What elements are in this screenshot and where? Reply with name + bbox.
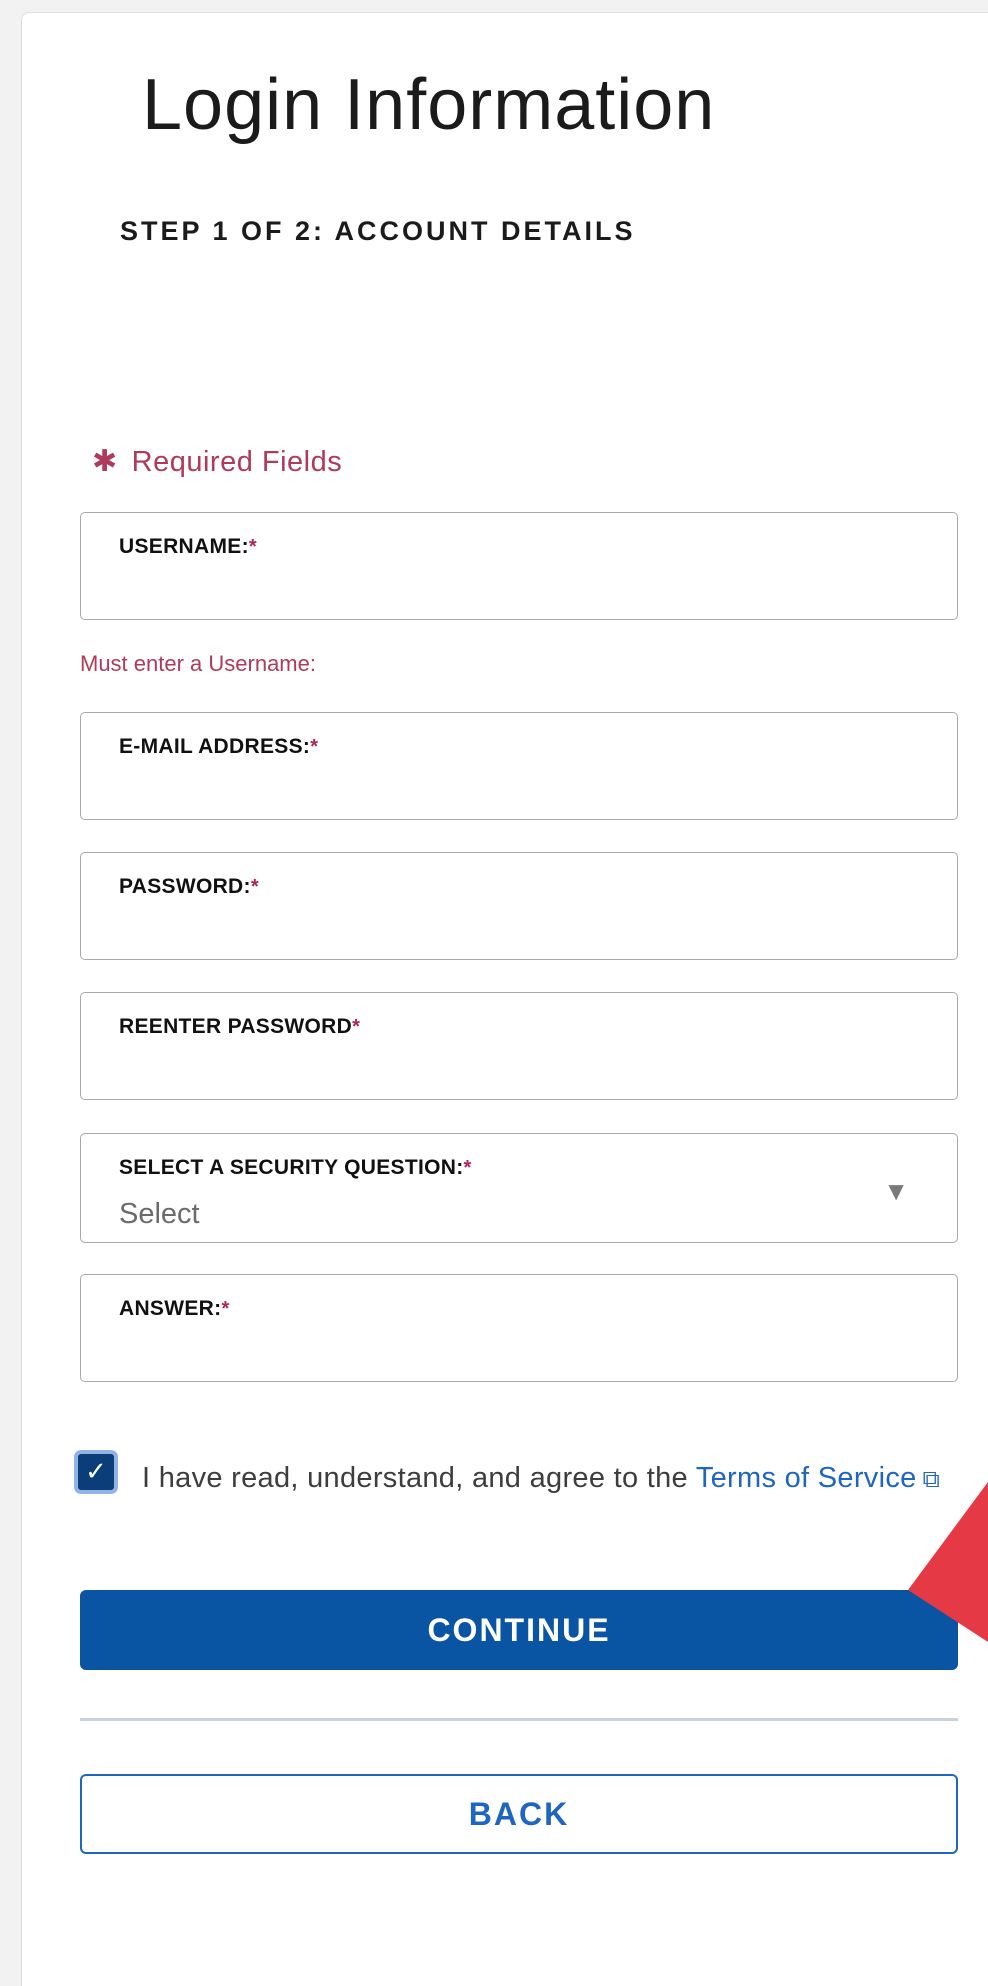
username-error: Must enter a Username: — [80, 651, 316, 676]
back-button[interactable]: BACK — [80, 1774, 958, 1854]
username-field[interactable]: USERNAME:* — [80, 512, 958, 620]
terms-checkbox[interactable]: ✓ — [74, 1450, 118, 1494]
reenter-password-label: REENTER PASSWORD* — [119, 1015, 361, 1038]
answer-label: ANSWER:* — [119, 1297, 230, 1320]
username-label: USERNAME:* — [119, 535, 257, 558]
continue-button[interactable]: CONTINUE — [80, 1590, 958, 1670]
red-arrow-annotation — [908, 1482, 988, 1642]
answer-field[interactable]: ANSWER:* — [80, 1274, 958, 1382]
required-star-icon: ✱ — [92, 445, 118, 478]
divider — [80, 1718, 958, 1721]
email-field[interactable]: E-MAIL ADDRESS:* — [80, 712, 958, 820]
required-fields-label: Required Fields — [131, 446, 343, 478]
security-question-label: SELECT A SECURITY QUESTION:* — [119, 1156, 472, 1179]
step-indicator: STEP 1 OF 2: ACCOUNT DETAILS — [120, 216, 636, 246]
terms-agreement-text: I have read, understand, and agree to th… — [142, 1462, 696, 1494]
terms-of-service-link[interactable]: Terms of Service — [696, 1462, 917, 1494]
password-label: PASSWORD:* — [119, 875, 259, 898]
security-question-value: Select — [119, 1198, 200, 1230]
required-fields-note: ✱ Required Fields — [92, 444, 342, 479]
terms-agreement: I have read, understand, and agree to th… — [142, 1456, 972, 1502]
page: Login Information STEP 1 OF 2: ACCOUNT D… — [0, 0, 988, 1986]
reenter-password-field[interactable]: REENTER PASSWORD* — [80, 992, 958, 1100]
password-field[interactable]: PASSWORD:* — [80, 852, 958, 960]
page-title: Login Information — [142, 65, 716, 145]
email-label: E-MAIL ADDRESS:* — [119, 735, 319, 758]
security-question-select[interactable]: SELECT A SECURITY QUESTION:* Select ▼ — [80, 1133, 958, 1243]
triangle-down-icon[interactable]: ▼ — [883, 1176, 909, 1207]
check-icon: ✓ — [85, 1456, 107, 1486]
